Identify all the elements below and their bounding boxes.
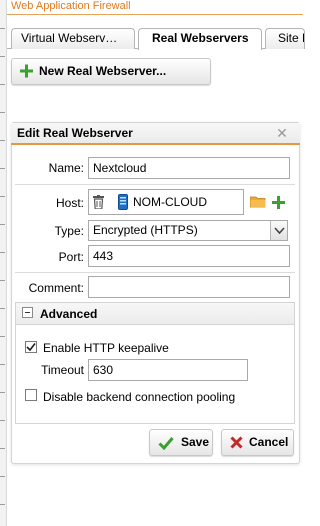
name-label: Name:	[48, 161, 84, 175]
close-icon[interactable]: ✕	[274, 125, 290, 141]
keepalive-label: Enable HTTP keepalive	[43, 341, 169, 355]
left-rail	[0, 0, 7, 526]
trash-icon[interactable]	[93, 195, 104, 209]
chevron-down-icon[interactable]	[270, 221, 287, 240]
port-label: Port:	[58, 250, 84, 264]
tab-real-webservers[interactable]: Real Webservers	[138, 28, 262, 50]
host-value: NOM-CLOUD	[133, 195, 207, 209]
cancel-label: Cancel	[249, 435, 289, 449]
collapse-icon[interactable]	[22, 307, 33, 318]
comment-input[interactable]	[88, 276, 290, 298]
divider	[15, 272, 295, 273]
pooling-checkbox[interactable]	[25, 389, 37, 401]
type-select[interactable]: Encrypted (HTTPS)	[88, 220, 288, 241]
type-label: Type:	[54, 224, 84, 238]
add-host-icon[interactable]	[272, 196, 285, 209]
server-icon	[118, 194, 128, 210]
divider	[15, 184, 295, 185]
plus-icon	[20, 64, 33, 78]
keepalive-checkbox[interactable]	[25, 341, 37, 353]
comment-label: Comment:	[28, 281, 84, 295]
cancel-button[interactable]: Cancel	[221, 429, 294, 456]
new-real-webserver-button[interactable]: New Real Webserver...	[11, 58, 211, 85]
checkmark-icon	[26, 342, 36, 352]
cancel-x-icon	[230, 436, 243, 449]
tab-site-path[interactable]: Site P	[265, 28, 305, 49]
name-input[interactable]: Nextcloud	[88, 157, 290, 179]
save-button[interactable]: Save	[149, 429, 213, 456]
folder-icon[interactable]	[250, 196, 266, 208]
new-real-webserver-label: New Real Webserver...	[39, 64, 167, 78]
save-label: Save	[181, 435, 210, 449]
pooling-label: Disable backend connection pooling	[43, 390, 236, 404]
timeout-label: Timeout	[41, 363, 84, 377]
checkmark-icon	[158, 437, 174, 450]
timeout-input[interactable]: 630	[88, 359, 248, 381]
app-title: Web Application Firewall	[11, 0, 131, 12]
tab-virtual-webservers[interactable]: Virtual Webserv…	[11, 28, 135, 49]
advanced-title: Advanced	[40, 307, 98, 321]
dialog-title: Edit Real Webserver	[11, 123, 300, 145]
port-input[interactable]: 443	[88, 245, 290, 267]
title-divider	[7, 14, 303, 15]
host-label: Host:	[55, 196, 84, 210]
